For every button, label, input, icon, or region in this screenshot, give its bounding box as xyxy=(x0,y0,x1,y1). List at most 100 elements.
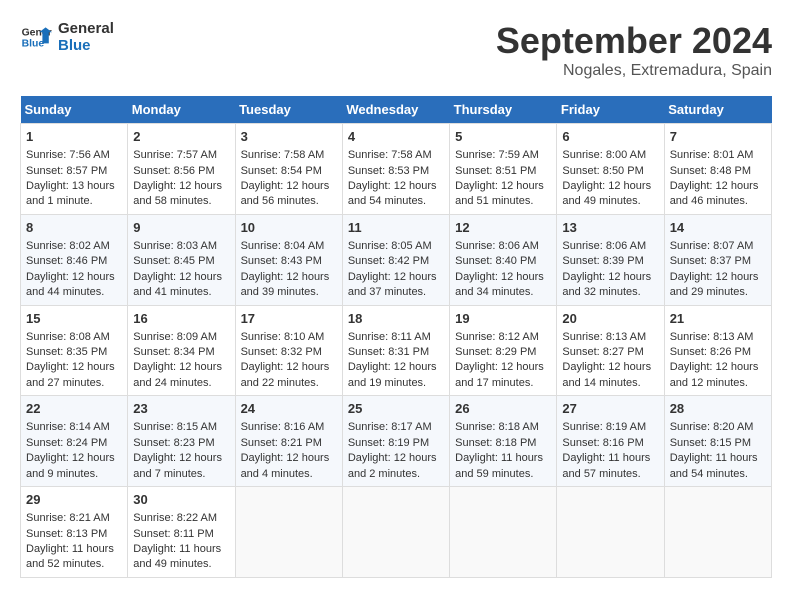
sunrise-text: Sunrise: 8:09 AM xyxy=(133,331,217,343)
calendar-cell: 14 Sunrise: 8:07 AM Sunset: 8:37 PM Dayl… xyxy=(664,214,771,305)
sunset-text: Sunset: 8:46 PM xyxy=(26,255,107,267)
calendar-cell: 3 Sunrise: 7:58 AM Sunset: 8:54 PM Dayli… xyxy=(235,124,342,215)
daylight-text: Daylight: 12 hours and 17 minutes. xyxy=(455,361,544,388)
day-number: 27 xyxy=(562,400,658,418)
calendar-row: 1 Sunrise: 7:56 AM Sunset: 8:57 PM Dayli… xyxy=(21,124,772,215)
sunset-text: Sunset: 8:35 PM xyxy=(26,346,107,358)
day-number: 23 xyxy=(133,400,229,418)
sunrise-text: Sunrise: 8:06 AM xyxy=(562,240,646,252)
day-number: 13 xyxy=(562,219,658,237)
day-number: 11 xyxy=(348,219,444,237)
daylight-text: Daylight: 12 hours and 34 minutes. xyxy=(455,271,544,298)
header-day: Saturday xyxy=(664,96,771,124)
calendar-cell: 10 Sunrise: 8:04 AM Sunset: 8:43 PM Dayl… xyxy=(235,214,342,305)
sunrise-text: Sunrise: 7:59 AM xyxy=(455,149,539,161)
header: General Blue General Blue September 2024… xyxy=(20,20,772,80)
sunset-text: Sunset: 8:16 PM xyxy=(562,437,643,449)
sunrise-text: Sunrise: 8:05 AM xyxy=(348,240,432,252)
calendar-cell: 28 Sunrise: 8:20 AM Sunset: 8:15 PM Dayl… xyxy=(664,396,771,487)
sunrise-text: Sunrise: 8:00 AM xyxy=(562,149,646,161)
sunrise-text: Sunrise: 8:16 AM xyxy=(241,421,325,433)
sunrise-text: Sunrise: 8:14 AM xyxy=(26,421,110,433)
calendar-cell: 1 Sunrise: 7:56 AM Sunset: 8:57 PM Dayli… xyxy=(21,124,128,215)
day-number: 8 xyxy=(26,219,122,237)
calendar-cell: 7 Sunrise: 8:01 AM Sunset: 8:48 PM Dayli… xyxy=(664,124,771,215)
sunrise-text: Sunrise: 8:20 AM xyxy=(670,421,754,433)
sunset-text: Sunset: 8:13 PM xyxy=(26,528,107,540)
sunset-text: Sunset: 8:26 PM xyxy=(670,346,751,358)
daylight-text: Daylight: 12 hours and 54 minutes. xyxy=(348,180,437,207)
sunset-text: Sunset: 8:29 PM xyxy=(455,346,536,358)
day-number: 14 xyxy=(670,219,766,237)
sunset-text: Sunset: 8:48 PM xyxy=(670,165,751,177)
calendar-cell xyxy=(342,487,449,578)
daylight-text: Daylight: 11 hours and 57 minutes. xyxy=(562,452,650,479)
daylight-text: Daylight: 12 hours and 7 minutes. xyxy=(133,452,222,479)
daylight-text: Daylight: 12 hours and 39 minutes. xyxy=(241,271,330,298)
title-section: September 2024 Nogales, Extremadura, Spa… xyxy=(496,20,772,80)
day-number: 6 xyxy=(562,128,658,146)
day-number: 16 xyxy=(133,310,229,328)
daylight-text: Daylight: 12 hours and 24 minutes. xyxy=(133,361,222,388)
logo: General Blue General Blue xyxy=(20,20,114,54)
sunset-text: Sunset: 8:27 PM xyxy=(562,346,643,358)
sunset-text: Sunset: 8:15 PM xyxy=(670,437,751,449)
day-number: 10 xyxy=(241,219,337,237)
header-day: Thursday xyxy=(450,96,557,124)
sunrise-text: Sunrise: 8:13 AM xyxy=(670,331,754,343)
sunrise-text: Sunrise: 8:02 AM xyxy=(26,240,110,252)
calendar-cell xyxy=(235,487,342,578)
sunset-text: Sunset: 8:24 PM xyxy=(26,437,107,449)
day-number: 2 xyxy=(133,128,229,146)
day-number: 29 xyxy=(26,491,122,509)
sunrise-text: Sunrise: 7:58 AM xyxy=(348,149,432,161)
sunset-text: Sunset: 8:40 PM xyxy=(455,255,536,267)
sunrise-text: Sunrise: 8:10 AM xyxy=(241,331,325,343)
sunrise-text: Sunrise: 8:11 AM xyxy=(348,331,431,343)
sunrise-text: Sunrise: 8:03 AM xyxy=(133,240,217,252)
day-number: 28 xyxy=(670,400,766,418)
sunrise-text: Sunrise: 8:08 AM xyxy=(26,331,110,343)
daylight-text: Daylight: 12 hours and 22 minutes. xyxy=(241,361,330,388)
day-number: 17 xyxy=(241,310,337,328)
header-day: Friday xyxy=(557,96,664,124)
day-number: 30 xyxy=(133,491,229,509)
calendar-cell: 26 Sunrise: 8:18 AM Sunset: 8:18 PM Dayl… xyxy=(450,396,557,487)
day-number: 20 xyxy=(562,310,658,328)
daylight-text: Daylight: 12 hours and 27 minutes. xyxy=(26,361,115,388)
calendar-cell: 22 Sunrise: 8:14 AM Sunset: 8:24 PM Dayl… xyxy=(21,396,128,487)
header-day: Tuesday xyxy=(235,96,342,124)
calendar-cell: 19 Sunrise: 8:12 AM Sunset: 8:29 PM Dayl… xyxy=(450,305,557,396)
calendar-cell: 23 Sunrise: 8:15 AM Sunset: 8:23 PM Dayl… xyxy=(128,396,235,487)
daylight-text: Daylight: 12 hours and 2 minutes. xyxy=(348,452,437,479)
sunset-text: Sunset: 8:42 PM xyxy=(348,255,429,267)
sunset-text: Sunset: 8:21 PM xyxy=(241,437,322,449)
day-number: 5 xyxy=(455,128,551,146)
sunrise-text: Sunrise: 8:07 AM xyxy=(670,240,754,252)
calendar-cell: 16 Sunrise: 8:09 AM Sunset: 8:34 PM Dayl… xyxy=(128,305,235,396)
header-day: Sunday xyxy=(21,96,128,124)
daylight-text: Daylight: 12 hours and 19 minutes. xyxy=(348,361,437,388)
sunset-text: Sunset: 8:57 PM xyxy=(26,165,107,177)
day-number: 9 xyxy=(133,219,229,237)
daylight-text: Daylight: 11 hours and 52 minutes. xyxy=(26,543,114,570)
day-number: 22 xyxy=(26,400,122,418)
month-title: September 2024 xyxy=(496,20,772,62)
sunrise-text: Sunrise: 8:18 AM xyxy=(455,421,539,433)
calendar-cell: 24 Sunrise: 8:16 AM Sunset: 8:21 PM Dayl… xyxy=(235,396,342,487)
sunset-text: Sunset: 8:34 PM xyxy=(133,346,214,358)
sunset-text: Sunset: 8:43 PM xyxy=(241,255,322,267)
logo-line1: General xyxy=(58,20,114,37)
logo-line2: Blue xyxy=(58,37,114,54)
sunset-text: Sunset: 8:39 PM xyxy=(562,255,643,267)
daylight-text: Daylight: 11 hours and 54 minutes. xyxy=(670,452,758,479)
sunset-text: Sunset: 8:50 PM xyxy=(562,165,643,177)
sunset-text: Sunset: 8:32 PM xyxy=(241,346,322,358)
sunrise-text: Sunrise: 7:57 AM xyxy=(133,149,217,161)
calendar-cell: 8 Sunrise: 8:02 AM Sunset: 8:46 PM Dayli… xyxy=(21,214,128,305)
daylight-text: Daylight: 12 hours and 46 minutes. xyxy=(670,180,759,207)
daylight-text: Daylight: 12 hours and 58 minutes. xyxy=(133,180,222,207)
day-number: 26 xyxy=(455,400,551,418)
calendar-cell: 25 Sunrise: 8:17 AM Sunset: 8:19 PM Dayl… xyxy=(342,396,449,487)
sunrise-text: Sunrise: 8:01 AM xyxy=(670,149,754,161)
